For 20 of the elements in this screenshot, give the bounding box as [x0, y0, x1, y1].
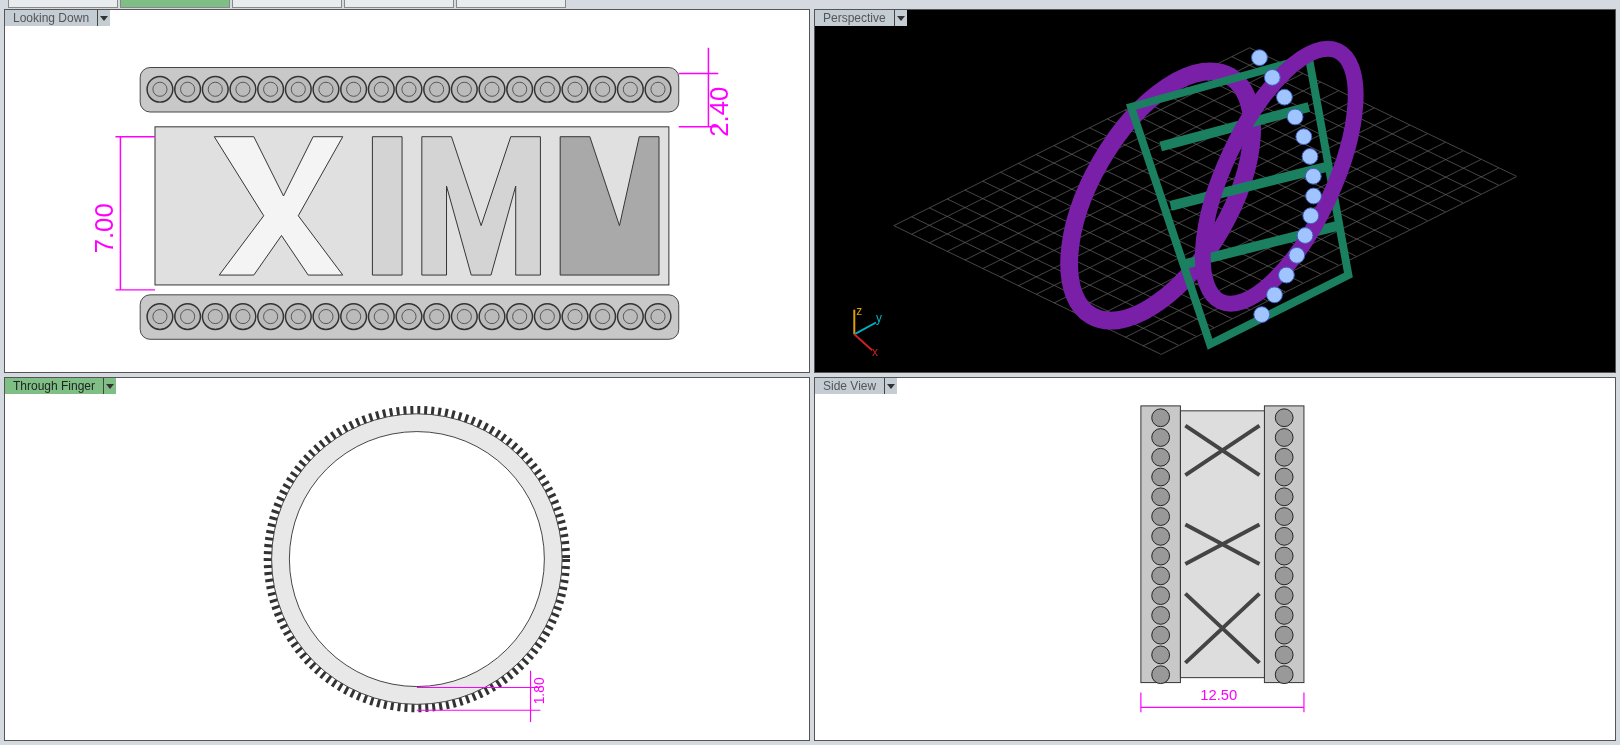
axis-label: x: [872, 345, 878, 360]
axis-label: y: [876, 311, 882, 326]
view-tab[interactable]: [120, 0, 230, 8]
viewport[interactable]: Perspective z y x: [814, 9, 1616, 373]
view-tab[interactable]: [232, 0, 342, 8]
viewport-title[interactable]: Looking Down: [5, 10, 98, 26]
dimension-label: 7.00: [90, 203, 119, 254]
viewport-title[interactable]: Side View: [815, 378, 885, 394]
dimension-label: 12.50: [1200, 687, 1238, 704]
viewport[interactable]: Looking Down 2.40 7.00: [4, 9, 810, 373]
view-tab[interactable]: [456, 0, 566, 8]
axis-label: z: [856, 303, 863, 318]
dimension-label: 2.40: [705, 86, 734, 137]
view-tab[interactable]: [344, 0, 454, 8]
viewport-title[interactable]: Through Finger: [5, 378, 104, 394]
dropdown-icon[interactable]: [103, 378, 117, 394]
viewport-title[interactable]: Perspective: [815, 10, 894, 26]
dropdown-icon[interactable]: [884, 378, 898, 394]
viewport[interactable]: Side View 12.50: [814, 377, 1616, 741]
dropdown-icon[interactable]: [97, 10, 111, 26]
